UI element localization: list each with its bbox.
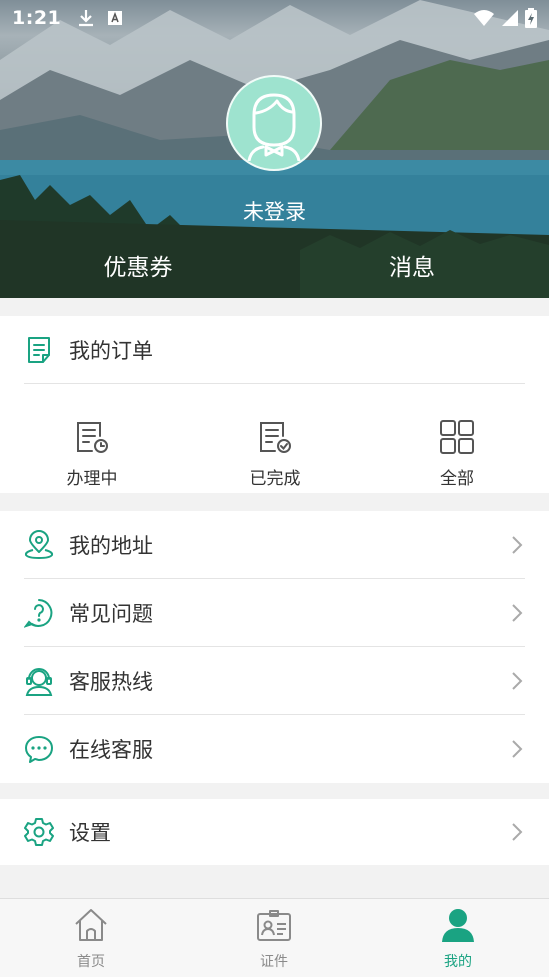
menu-item-online-service[interactable]: 在线客服 <box>0 715 549 783</box>
order-list-icon <box>28 337 50 363</box>
chat-bubble-icon <box>25 736 53 763</box>
my-orders-label: 我的订单 <box>69 339 153 363</box>
menu-item-label: 客服热线 <box>69 670 153 694</box>
login-status[interactable]: 未登录 <box>0 196 549 226</box>
gear-icon <box>24 818 54 846</box>
chevron-right-icon <box>512 823 523 841</box>
menu-item-label: 我的地址 <box>69 534 153 558</box>
menu-item-label: 在线客服 <box>69 738 153 762</box>
doc-check-icon <box>260 422 291 453</box>
order-tab-label: 全部 <box>440 469 474 489</box>
person-icon <box>442 909 474 942</box>
chevron-right-icon <box>512 604 523 622</box>
coupons-link[interactable]: 优惠券 <box>58 248 218 282</box>
battery-charging-icon <box>525 8 537 28</box>
settings-label: 设置 <box>69 821 111 845</box>
location-pin-icon <box>24 530 54 559</box>
nav-label: 首页 <box>77 954 105 970</box>
grid-icon <box>440 420 474 454</box>
download-icon <box>79 10 94 27</box>
chevron-right-icon <box>512 740 523 758</box>
user-avatar-icon <box>247 93 301 161</box>
menu-item-hotline[interactable]: 客服热线 <box>0 647 549 715</box>
status-time: 1:21 <box>12 7 62 29</box>
profile-page: 1:21 未登录 优惠券 消息 我的订单 办理中 已完成 全部 我的地址 常见问… <box>0 0 549 977</box>
divider <box>24 383 525 384</box>
notification-a-icon <box>108 11 123 25</box>
order-tab-label: 办理中 <box>66 469 118 489</box>
menu-item-label: 常见问题 <box>69 602 153 626</box>
nav-label: 我的 <box>444 954 472 970</box>
messages-link[interactable]: 消息 <box>332 248 492 282</box>
nav-tab-home[interactable]: 首页 <box>21 899 161 977</box>
order-tab-label: 已完成 <box>249 469 301 489</box>
settings-row[interactable]: 设置 <box>0 799 549 865</box>
nav-label: 证件 <box>260 954 288 970</box>
nav-tab-documents[interactable]: 证件 <box>204 899 344 977</box>
avatar[interactable] <box>226 75 322 171</box>
menu-item-faq[interactable]: 常见问题 <box>0 579 549 647</box>
settings-card: 设置 <box>0 799 549 865</box>
order-tabs: 办理中 已完成 全部 <box>0 400 549 493</box>
my-orders-row[interactable]: 我的订单 <box>0 316 549 384</box>
home-icon <box>75 909 107 941</box>
order-tab-in-progress[interactable]: 办理中 <box>32 400 152 493</box>
headset-icon <box>25 668 53 696</box>
menu-item-address[interactable]: 我的地址 <box>0 511 549 579</box>
menu-card: 我的地址 常见问题 客服热线 在线客服 <box>0 511 549 783</box>
order-tab-completed[interactable]: 已完成 <box>215 400 335 493</box>
nav-tab-mine[interactable]: 我的 <box>388 899 528 977</box>
id-card-icon <box>257 910 291 941</box>
bottom-nav: 首页 证件 我的 <box>0 898 549 977</box>
profile-header: 1:21 未登录 优惠券 消息 <box>0 0 549 298</box>
chevron-right-icon <box>512 672 523 690</box>
status-bar: 1:21 <box>0 0 549 36</box>
signal-icon <box>502 10 518 26</box>
orders-card: 我的订单 办理中 已完成 全部 <box>0 316 549 493</box>
wifi-icon <box>474 10 494 26</box>
chevron-right-icon <box>512 536 523 554</box>
order-tab-all[interactable]: 全部 <box>397 400 517 493</box>
doc-clock-icon <box>77 422 108 453</box>
question-icon <box>24 599 53 628</box>
